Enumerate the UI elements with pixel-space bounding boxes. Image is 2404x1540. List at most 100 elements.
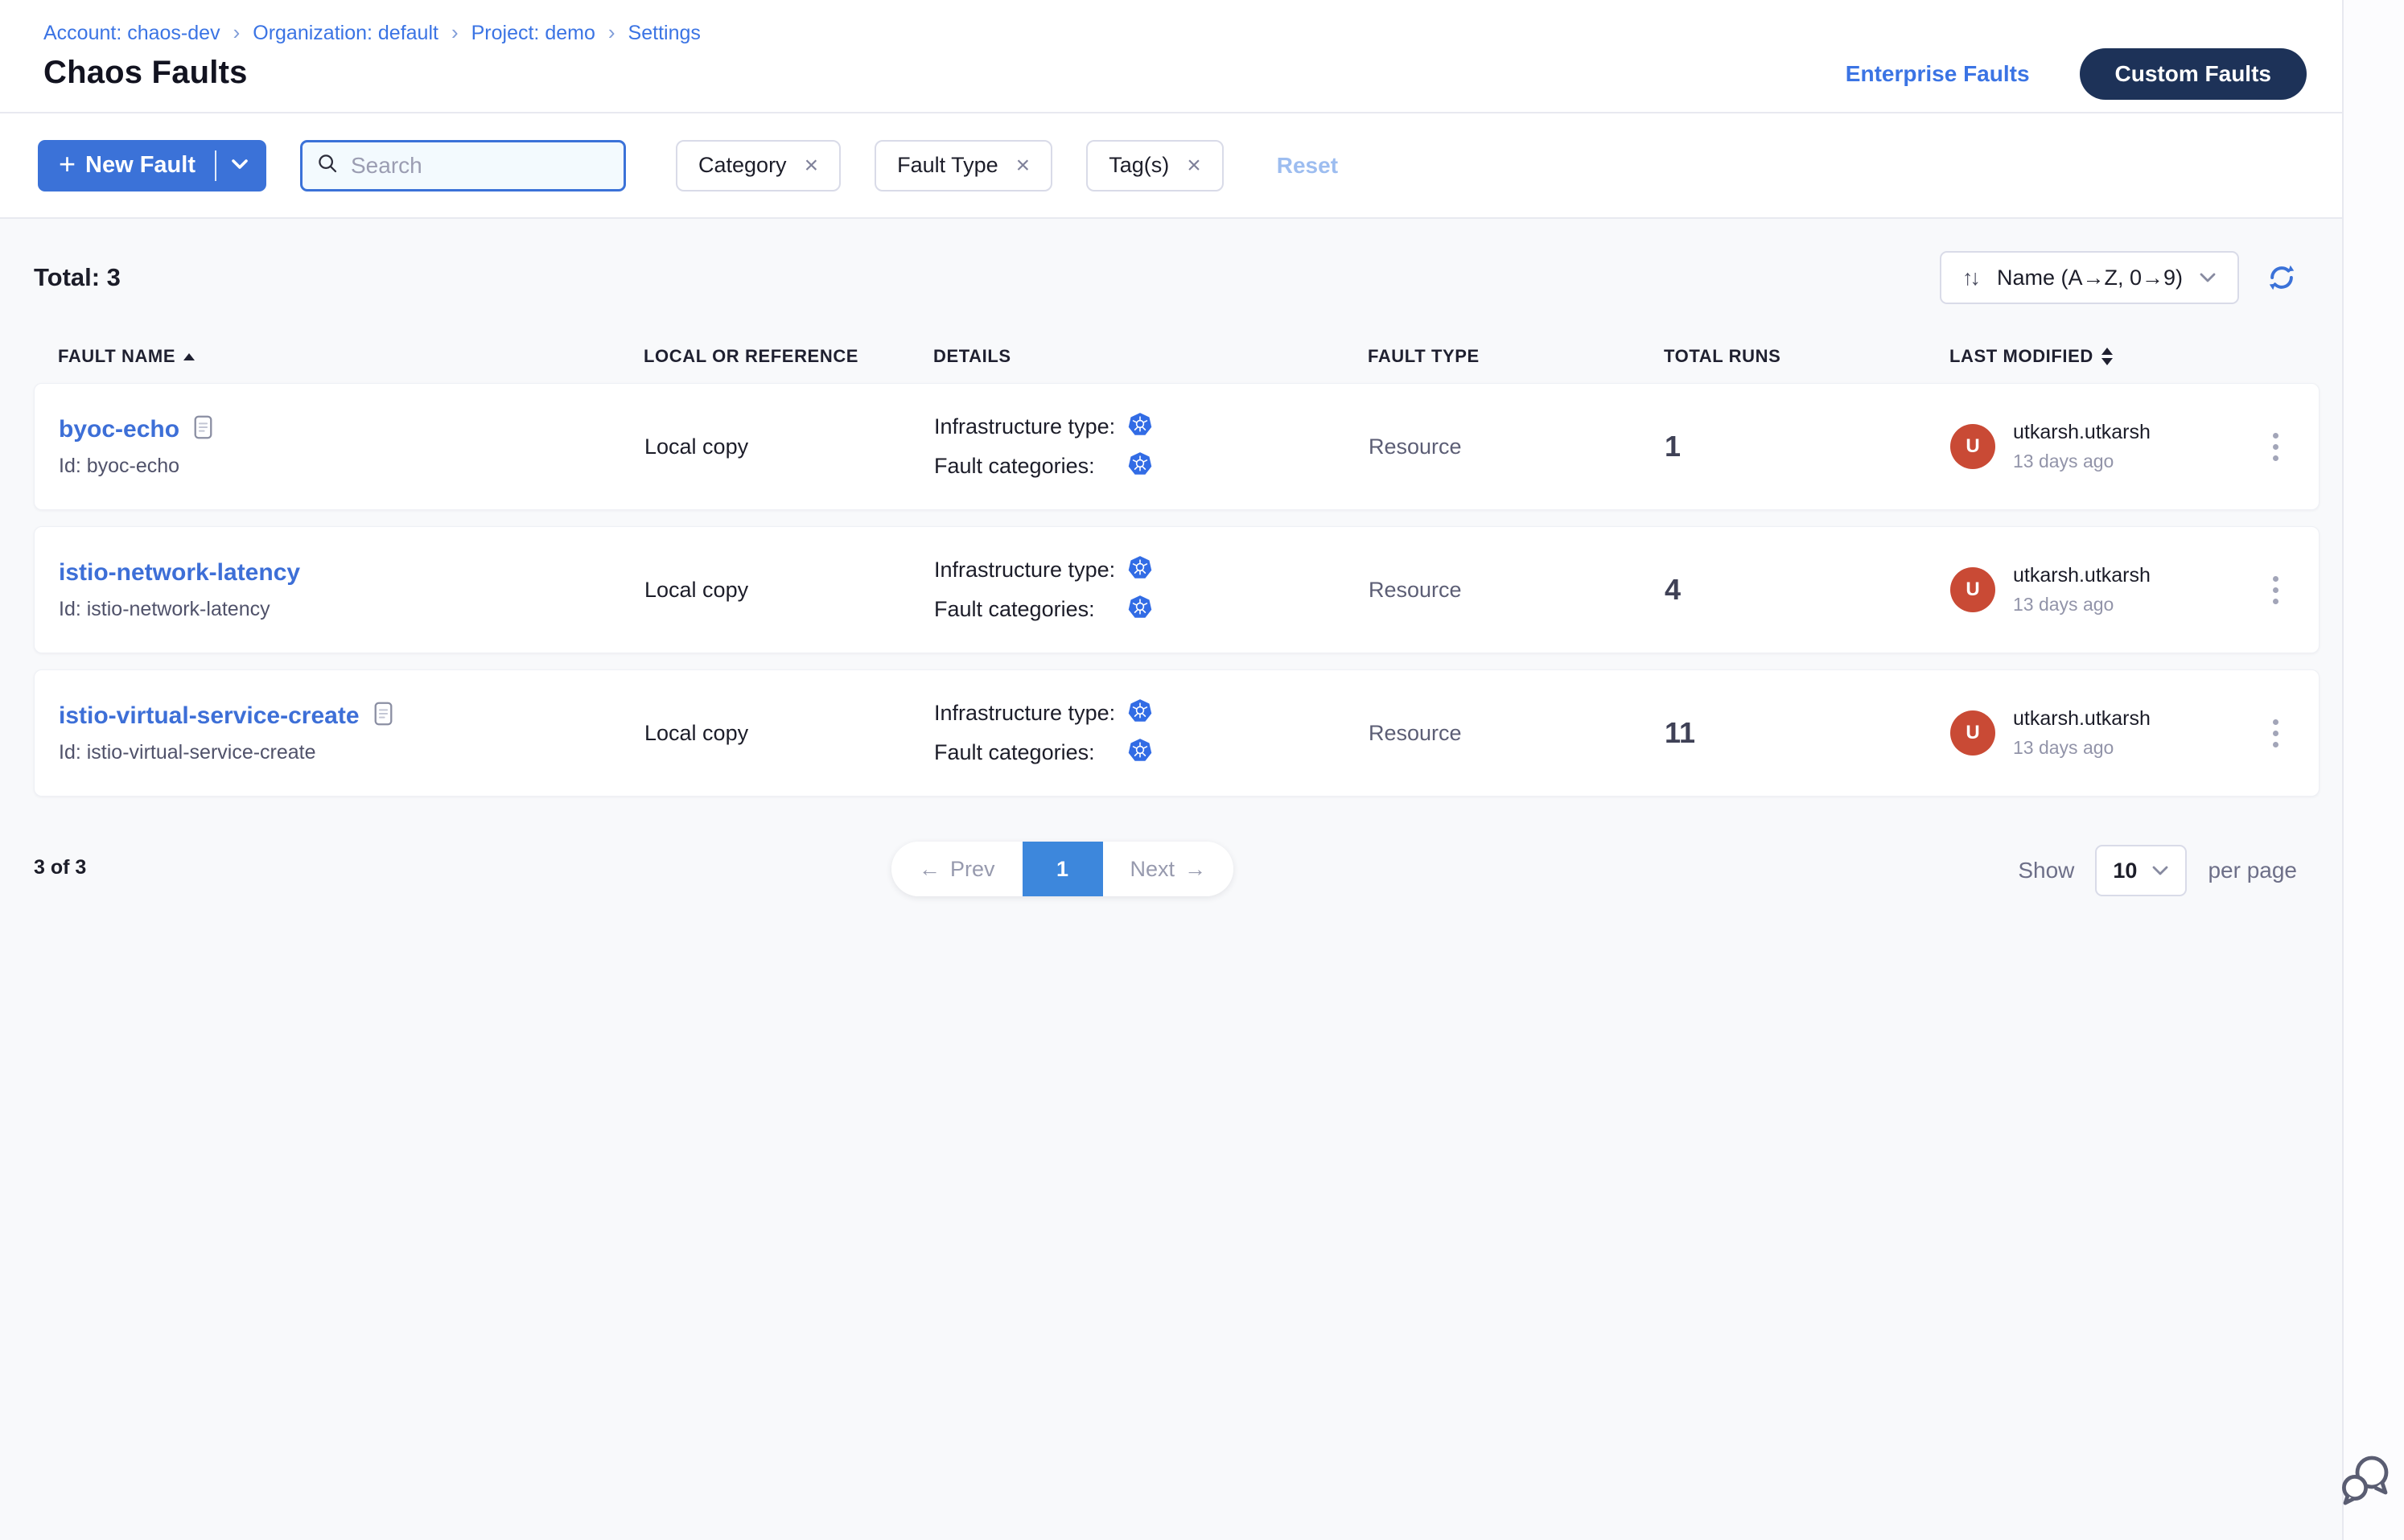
- kubernetes-icon: [1127, 738, 1153, 768]
- modified-date: 13 days ago: [2013, 737, 2151, 759]
- fault-name-cell: istio-network-latency Id: istio-network-…: [59, 558, 644, 621]
- list-footer: 3 of 3 ← Prev 1 Next → Show 10 per page: [34, 842, 2320, 898]
- fault-type-value: Resource: [1369, 578, 1665, 603]
- fault-list-area: Total: 3 ↑↓ Name (A→Z, 0→9): [0, 219, 2342, 1540]
- page-number-button[interactable]: 1: [1023, 842, 1103, 896]
- details-cell: Infrastructure type: Fault categories:: [934, 555, 1369, 624]
- sort-asc-icon: [183, 353, 195, 360]
- last-modified-cell: U utkarsh.utkarsh 13 days ago: [1950, 564, 2287, 616]
- kubernetes-icon: [1127, 412, 1153, 442]
- arrow-right-icon: →: [1184, 857, 1206, 882]
- breadcrumb-account[interactable]: Account: chaos-dev: [43, 22, 220, 45]
- chat-bubbles-icon: [2338, 1453, 2393, 1511]
- fault-name-link[interactable]: istio-network-latency: [59, 559, 300, 587]
- pagination: ← Prev 1 Next →: [891, 842, 1233, 896]
- fault-categories-label: Fault categories:: [934, 597, 1127, 622]
- per-page-label: per page: [2208, 858, 2297, 883]
- details-cell: Infrastructure type: Fault categories:: [934, 412, 1369, 481]
- chevron-down-icon[interactable]: [231, 159, 249, 172]
- kebab-menu-icon[interactable]: [2265, 711, 2287, 756]
- fault-id: Id: byoc-echo: [59, 455, 644, 478]
- filter-category[interactable]: Category ×: [676, 140, 841, 191]
- local-or-reference-value: Local copy: [644, 578, 934, 603]
- fault-categories-label: Fault categories:: [934, 740, 1127, 765]
- table-header: FAULT NAME LOCAL OR REFERENCE DETAILS FA…: [34, 338, 2320, 375]
- modified-date: 13 days ago: [2013, 594, 2151, 616]
- column-last-modified[interactable]: LAST MODIFIED: [1949, 346, 2287, 367]
- column-fault-name[interactable]: FAULT NAME: [58, 346, 644, 367]
- total-runs-value: 1: [1665, 430, 1950, 463]
- prev-page-button[interactable]: ← Prev: [891, 842, 1023, 896]
- local-or-reference-value: Local copy: [644, 434, 934, 459]
- refresh-icon: [2266, 262, 2297, 293]
- kubernetes-icon: [1127, 698, 1153, 728]
- fault-name-link[interactable]: istio-virtual-service-create: [59, 702, 360, 730]
- fault-type-value: Resource: [1369, 721, 1665, 746]
- arrow-left-icon: ←: [919, 857, 941, 882]
- page-size-select[interactable]: 10: [2095, 845, 2187, 896]
- refresh-button[interactable]: [2266, 262, 2297, 293]
- modified-date: 13 days ago: [2013, 451, 2151, 472]
- modified-by: utkarsh.utkarsh: [2013, 564, 2151, 587]
- toolbar: + New Fault Category × Fault Type ×: [0, 113, 2342, 219]
- page-summary: 3 of 3: [34, 856, 86, 879]
- sort-dropdown[interactable]: ↑↓ Name (A→Z, 0→9): [1940, 251, 2239, 304]
- kebab-menu-icon[interactable]: [2265, 568, 2287, 612]
- breadcrumb-organization[interactable]: Organization: default: [253, 22, 438, 45]
- search-box: [300, 140, 626, 191]
- document-icon[interactable]: [374, 702, 393, 730]
- chevron-down-icon: [2199, 272, 2217, 283]
- search-input[interactable]: [349, 152, 611, 179]
- fault-row: istio-virtual-service-create Id: istio-v…: [34, 669, 2320, 797]
- chevron-right-icon: ›: [233, 20, 241, 45]
- filter-fault-type-label: Fault Type: [897, 153, 998, 178]
- fault-rows: byoc-echo Id: byoc-echo Local copy Infra…: [34, 383, 2320, 797]
- kebab-menu-icon[interactable]: [2265, 425, 2287, 469]
- page-header: Account: chaos-dev › Organization: defau…: [0, 0, 2342, 113]
- column-details: DETAILS: [933, 346, 1368, 367]
- column-fault-type: FAULT TYPE: [1368, 346, 1664, 367]
- sort-arrows-icon: ↑↓: [1962, 266, 1978, 290]
- last-modified-cell: U utkarsh.utkarsh 13 days ago: [1950, 707, 2287, 759]
- fault-id: Id: istio-virtual-service-create: [59, 741, 644, 764]
- fault-name-link[interactable]: byoc-echo: [59, 416, 179, 443]
- infrastructure-type-label: Infrastructure type:: [934, 414, 1127, 439]
- column-local-or-reference: LOCAL OR REFERENCE: [644, 346, 933, 367]
- close-icon[interactable]: ×: [1016, 154, 1031, 178]
- document-icon[interactable]: [194, 415, 212, 443]
- fault-name-cell: byoc-echo Id: byoc-echo: [59, 415, 644, 478]
- fault-categories-label: Fault categories:: [934, 454, 1127, 479]
- breadcrumb-settings[interactable]: Settings: [628, 22, 701, 45]
- close-icon[interactable]: ×: [1187, 154, 1201, 178]
- total-runs-value: 4: [1665, 573, 1950, 607]
- modified-by: utkarsh.utkarsh: [2013, 707, 2151, 731]
- fault-row: istio-network-latency Id: istio-network-…: [34, 526, 2320, 653]
- kubernetes-icon: [1127, 555, 1153, 585]
- custom-faults-button[interactable]: Custom Faults: [2080, 48, 2307, 100]
- new-fault-button[interactable]: + New Fault: [38, 140, 266, 191]
- page-size-value: 10: [2113, 859, 2137, 883]
- filter-tags[interactable]: Tag(s) ×: [1086, 140, 1224, 191]
- header-right: Enterprise Faults Custom Faults: [1846, 19, 2307, 112]
- header-left: Account: chaos-dev › Organization: defau…: [43, 19, 701, 112]
- close-icon[interactable]: ×: [805, 154, 819, 178]
- search-icon: [315, 151, 340, 179]
- filter-fault-type[interactable]: Fault Type ×: [875, 140, 1052, 191]
- page-title: Chaos Faults: [43, 55, 701, 91]
- sort-both-icon: [2101, 348, 2113, 365]
- fault-name-cell: istio-virtual-service-create Id: istio-v…: [59, 702, 644, 764]
- chevron-right-icon: ›: [451, 20, 459, 45]
- breadcrumb-project[interactable]: Project: demo: [471, 22, 595, 45]
- chat-widget-button[interactable]: [2338, 1453, 2393, 1513]
- enterprise-faults-link[interactable]: Enterprise Faults: [1846, 61, 2030, 87]
- page-size-control: Show 10 per page: [2018, 845, 2297, 896]
- kubernetes-icon: [1127, 451, 1153, 481]
- filter-category-label: Category: [698, 153, 787, 178]
- chevron-down-icon: [2151, 865, 2169, 876]
- right-gutter: [2342, 0, 2404, 1540]
- total-count: Total: 3: [34, 263, 121, 292]
- reset-filters-button[interactable]: Reset: [1272, 152, 1343, 179]
- next-page-button[interactable]: Next →: [1103, 842, 1234, 896]
- modified-by: utkarsh.utkarsh: [2013, 421, 2151, 444]
- plus-icon: +: [59, 150, 76, 179]
